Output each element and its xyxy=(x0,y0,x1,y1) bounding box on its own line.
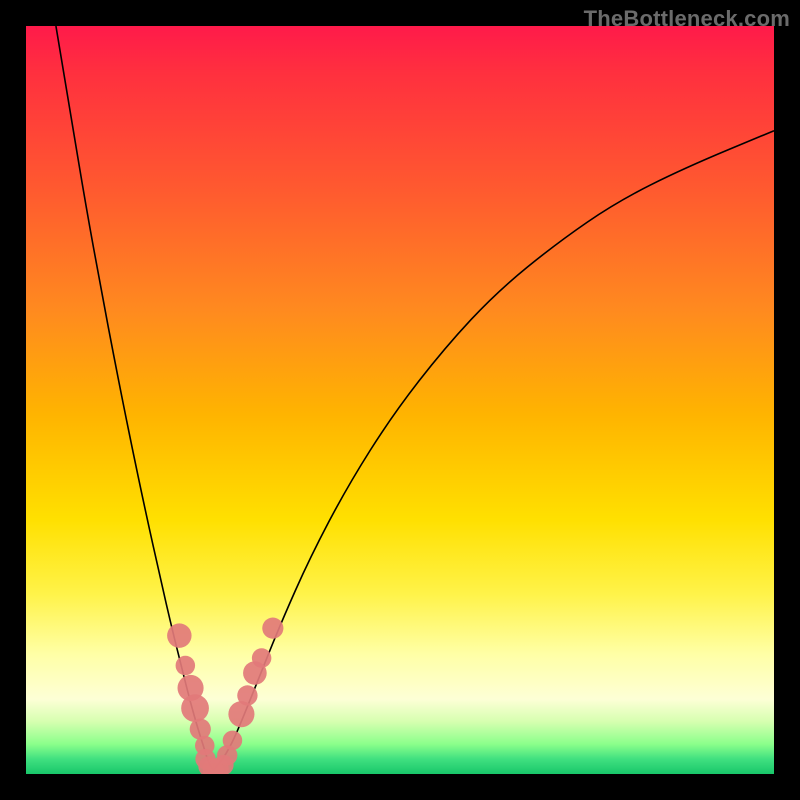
data-dot xyxy=(181,694,209,722)
data-dots xyxy=(167,618,283,774)
plot-area xyxy=(26,26,774,774)
data-dot xyxy=(176,656,196,676)
data-dot xyxy=(167,623,191,647)
data-dot xyxy=(252,648,272,668)
curve-right xyxy=(213,131,774,771)
data-dot xyxy=(223,731,243,751)
data-dot xyxy=(262,618,283,639)
data-dot xyxy=(237,685,257,705)
chart-svg xyxy=(26,26,774,774)
watermark-text: TheBottleneck.com xyxy=(584,6,790,32)
chart-frame: TheBottleneck.com xyxy=(0,0,800,800)
